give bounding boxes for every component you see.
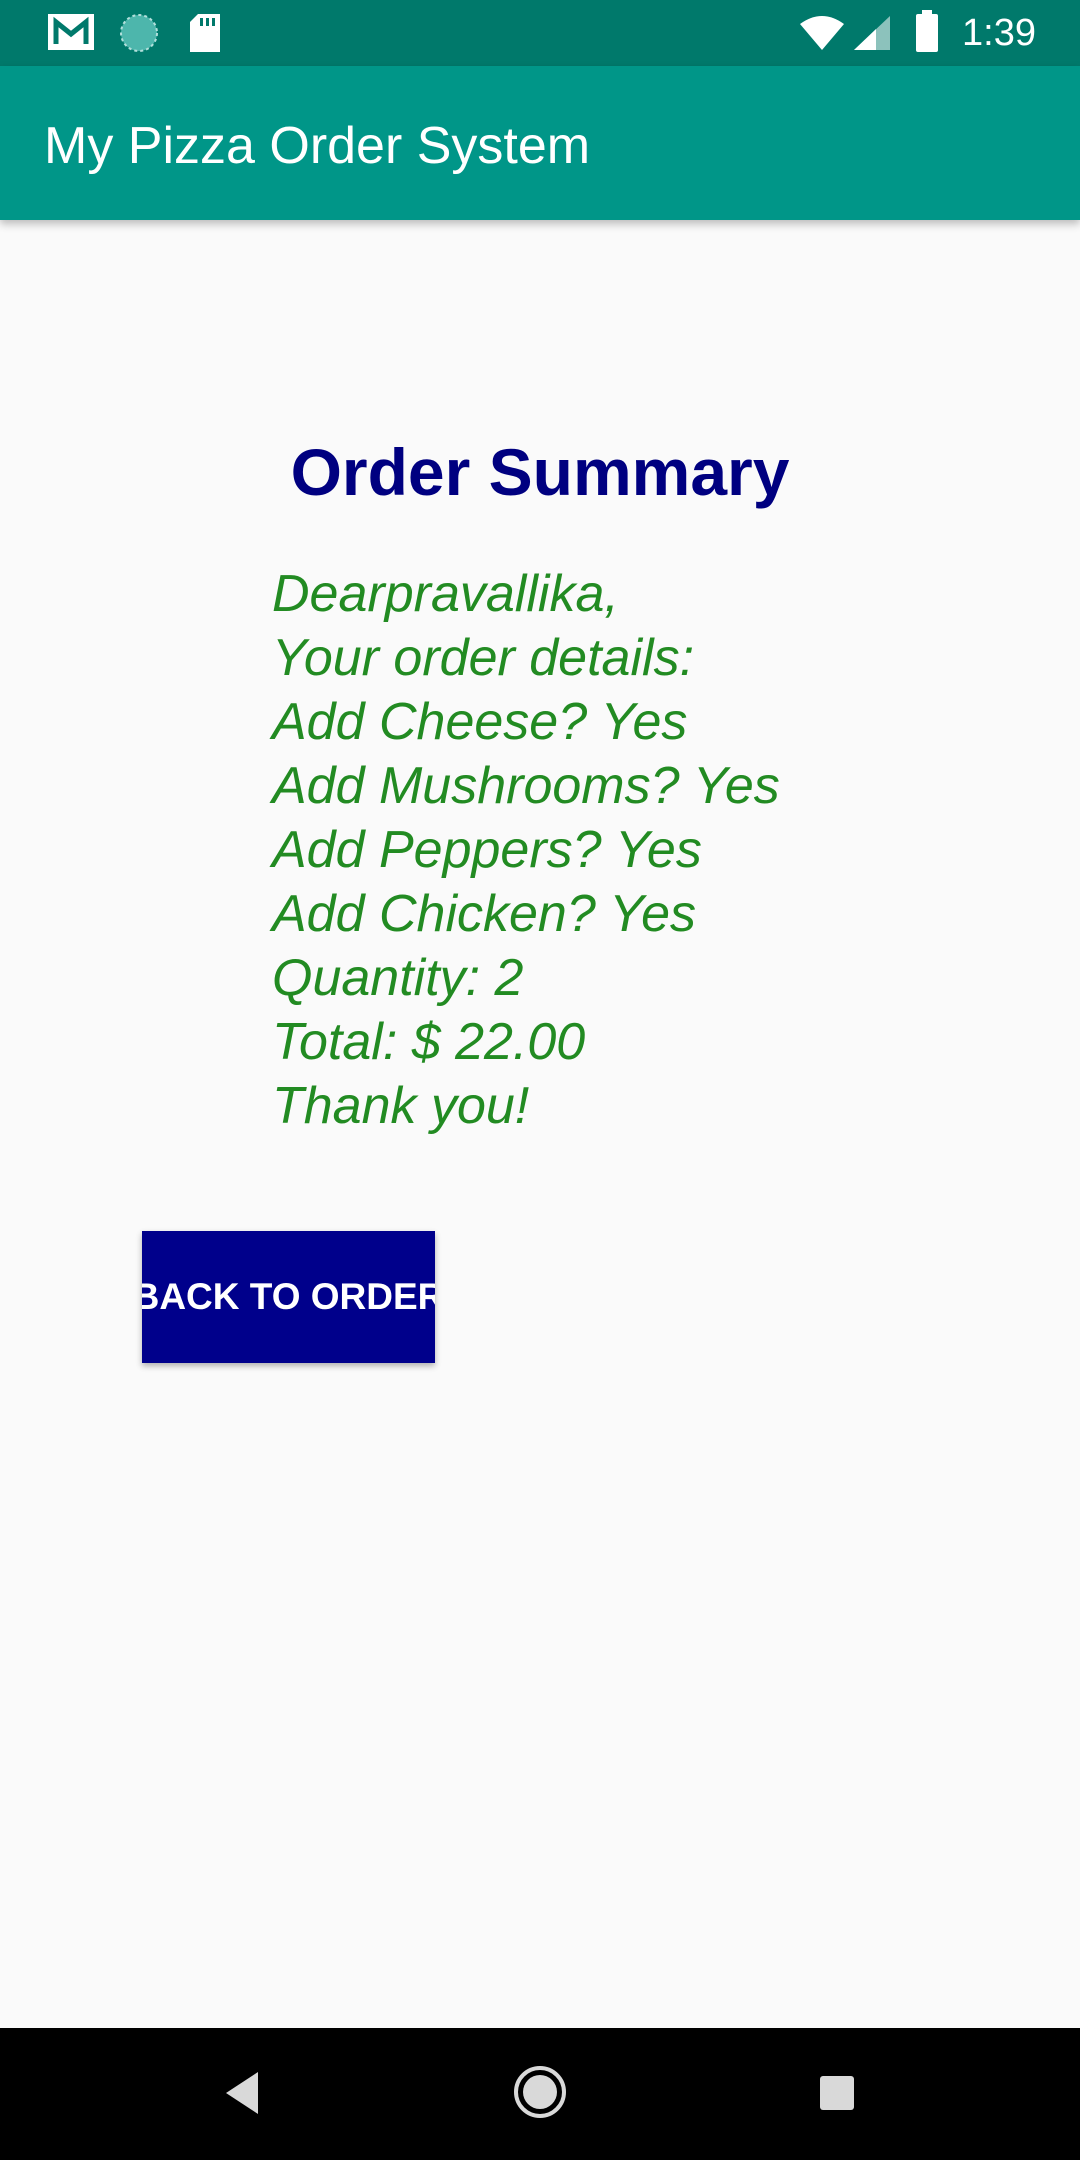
wifi-icon — [798, 14, 846, 57]
greeting-line: Dearpravallika, — [272, 565, 619, 623]
thank-you-line: Thank you! — [272, 1077, 530, 1135]
app-title: My Pizza Order System — [44, 117, 591, 175]
order-summary-text: Dearpravallika, Your order details: Add … — [272, 562, 780, 1138]
details-header-line: Your order details: — [272, 629, 695, 687]
back-icon[interactable] — [222, 2068, 262, 2123]
quantity-line: Quantity: 2 — [272, 949, 524, 1007]
app-bar: My Pizza Order System — [0, 66, 1080, 220]
gmail-icon — [46, 12, 96, 57]
status-bar: 1:39 — [0, 0, 1080, 66]
navigation-bar — [0, 2028, 1080, 2160]
sd-card-icon — [188, 12, 222, 59]
chicken-line: Add Chicken? Yes — [272, 885, 696, 943]
peppers-line: Add Peppers? Yes — [272, 821, 702, 879]
page-title: Order Summary — [290, 435, 790, 509]
order-summary-screen: Order Summary Dearpravallika, Your order… — [0, 220, 1080, 2028]
back-to-order-button[interactable]: BACK TO ORDER — [142, 1231, 435, 1363]
cheese-line: Add Cheese? Yes — [272, 693, 688, 751]
mushrooms-line: Add Mushrooms? Yes — [272, 757, 780, 815]
battery-icon — [914, 10, 940, 59]
status-time: 1:39 — [962, 12, 1036, 54]
total-line: Total: $ 22.00 — [272, 1013, 586, 1071]
sync-icon — [118, 12, 160, 59]
home-icon[interactable] — [512, 2064, 568, 2125]
recents-icon[interactable] — [818, 2074, 856, 2117]
signal-icon — [852, 14, 892, 57]
